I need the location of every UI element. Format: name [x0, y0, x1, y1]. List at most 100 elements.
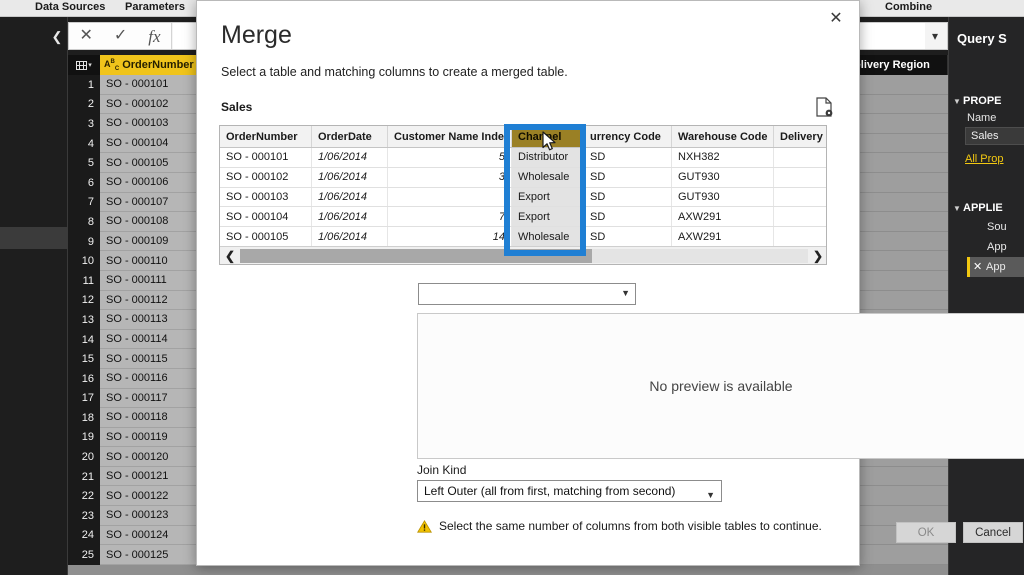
preview-cell-delivery: [774, 167, 826, 187]
applied-step-label: App: [987, 241, 1007, 253]
preview-cell-date: 1/06/2014: [312, 187, 388, 207]
preview-cell-warehouse: NXH382: [672, 148, 774, 167]
row-number: 19: [68, 427, 100, 448]
preview-cell-index: 5: [388, 148, 512, 167]
select-all-columns-button[interactable]: ▾: [68, 55, 100, 75]
row-number: 16: [68, 368, 100, 389]
applied-steps-list: Sou App ✕ App: [967, 217, 1024, 297]
applied-step-label: Sou: [987, 221, 1007, 233]
close-icon[interactable]: ✕: [823, 7, 849, 29]
preview-table-row[interactable]: SO - 000104 1/06/2014 7 Export SD AXW291: [220, 207, 826, 228]
preview-cell-index: 14: [388, 227, 512, 246]
ribbon-group-data-sources[interactable]: Data Sources: [35, 1, 105, 13]
applied-step-label: App: [986, 261, 1006, 273]
row-number: 21: [68, 466, 100, 487]
validation-warning: Select the same number of columns from b…: [416, 519, 822, 533]
warning-triangle-icon: [416, 519, 433, 533]
chevron-down-icon[interactable]: ▾: [925, 23, 945, 49]
row-number: 1: [68, 75, 100, 95]
collapse-arrow-icon[interactable]: ▼: [953, 204, 961, 213]
preview-column-header-customer-name-index[interactable]: Customer Name Index: [388, 126, 512, 147]
preview-column-header-warehouse-code[interactable]: Warehouse Code: [672, 126, 774, 147]
preview-column-header-orderdate[interactable]: OrderDate: [312, 126, 388, 147]
power-query-editor-window: Data Sources Parameters Combine ❮ ✕ ✓ fx…: [0, 0, 1024, 575]
table-settings-icon[interactable]: [815, 97, 833, 117]
row-number: 10: [68, 251, 100, 271]
fx-icon[interactable]: fx: [148, 28, 160, 45]
check-icon[interactable]: ✓: [114, 28, 127, 44]
second-table-preview-placeholder: No preview is available: [417, 313, 1024, 459]
dialog-title: Merge: [221, 21, 292, 49]
preview-cell-order: SO - 000105: [220, 227, 312, 246]
all-properties-link[interactable]: All Prop: [965, 153, 1004, 165]
scrollbar-thumb[interactable]: [240, 248, 593, 263]
dialog-subtitle: Select a table and matching columns to c…: [221, 65, 568, 79]
preview-cell-index: 7: [388, 207, 512, 227]
preview-cell-channel: Wholesale: [512, 167, 584, 187]
row-number: 17: [68, 388, 100, 409]
preview-table-row[interactable]: SO - 000102 1/06/2014 3 Wholesale SD GUT930: [220, 167, 826, 188]
preview-cell-date: 1/06/2014: [312, 167, 388, 187]
applied-steps-heading: APPLIE: [963, 202, 1003, 214]
grid-column-label: OrderNumber: [122, 59, 194, 71]
row-number: 5: [68, 153, 100, 173]
preview-cell-order: SO - 000101: [220, 148, 312, 167]
formula-bar-buttons: ✕ ✓ fx: [69, 23, 172, 49]
join-kind-value: Left Outer (all from first, matching fro…: [424, 484, 676, 498]
preview-cell-order: SO - 000103: [220, 187, 312, 207]
scroll-left-icon[interactable]: ❮: [220, 249, 240, 263]
first-table-horizontal-scrollbar[interactable]: ❮ ❯: [220, 246, 826, 264]
preview-cell-date: 1/06/2014: [312, 227, 388, 246]
preview-table-row[interactable]: SO - 000103 1/06/2014 Export SD GUT930: [220, 187, 826, 208]
preview-column-header-delivery-r[interactable]: Delivery R: [774, 126, 826, 147]
scroll-right-icon[interactable]: ❯: [808, 249, 826, 263]
ok-button[interactable]: OK: [896, 522, 956, 543]
preview-cell-warehouse: GUT930: [672, 187, 774, 207]
preview-cell-warehouse: GUT930: [672, 167, 774, 187]
merge-dialog: ✕ Merge Select a table and matching colu…: [196, 0, 1024, 566]
first-table-body: SO - 000101 1/06/2014 5 Distributor SD NXH382…: [220, 148, 826, 247]
scrollbar-track[interactable]: [240, 248, 808, 263]
no-preview-message: No preview is available: [649, 378, 793, 394]
preview-cell-warehouse: AXW291: [672, 207, 774, 227]
join-kind-label: Join Kind: [417, 463, 467, 477]
preview-cell-channel: Export: [512, 187, 584, 207]
second-table-select[interactable]: ▼: [418, 283, 636, 305]
warning-message: Select the same number of columns from b…: [439, 519, 822, 533]
first-table-preview: OrderNumber OrderDate Customer Name Index C…: [219, 125, 827, 265]
applied-step-item[interactable]: Sou: [967, 217, 1024, 237]
preview-cell-order: SO - 000104: [220, 207, 312, 227]
collapse-queries-pane-icon[interactable]: ❮: [50, 29, 64, 45]
collapse-arrow-icon[interactable]: ▼: [953, 97, 961, 106]
preview-cell-delivery: [774, 187, 826, 207]
row-number: 22: [68, 486, 100, 507]
grid-icon: [76, 60, 88, 70]
row-number: 25: [68, 545, 100, 565]
preview-column-header-ordernumber[interactable]: OrderNumber: [220, 126, 312, 147]
ribbon-group-combine[interactable]: Combine: [885, 1, 932, 13]
applied-step-item[interactable]: ✕ App: [967, 257, 1024, 277]
join-kind-select[interactable]: Left Outer (all from first, matching fro…: [417, 480, 722, 502]
row-number: 13: [68, 310, 100, 330]
properties-section-heading: PROPE: [963, 95, 1002, 107]
preview-column-header-urrency-code[interactable]: urrency Code: [584, 126, 672, 147]
preview-cell-currency: SD: [584, 227, 672, 246]
preview-cell-warehouse: AXW291: [672, 227, 774, 246]
queries-pane-selected-query[interactable]: [0, 227, 68, 249]
mouse-pointer-icon: [542, 131, 559, 158]
cancel-button[interactable]: Cancel: [963, 522, 1023, 543]
first-table-name: Sales: [221, 100, 253, 114]
preview-cell-currency: SD: [584, 148, 672, 167]
preview-cell-index: 3: [388, 167, 512, 187]
preview-cell-currency: SD: [584, 167, 672, 187]
applied-step-item[interactable]: App: [967, 237, 1024, 257]
preview-table-row[interactable]: SO - 000105 1/06/2014 14 Wholesale SD AXW291: [220, 227, 826, 247]
row-number: 6: [68, 172, 100, 193]
query-name-input[interactable]: Sales: [965, 127, 1024, 145]
ribbon-group-parameters[interactable]: Parameters: [125, 1, 185, 13]
preview-cell-date: 1/06/2014: [312, 148, 388, 167]
preview-table-row[interactable]: SO - 000101 1/06/2014 5 Distributor SD NXH382: [220, 148, 826, 168]
row-number: 4: [68, 133, 100, 154]
close-x-icon[interactable]: ✕: [79, 28, 92, 44]
close-x-icon[interactable]: ✕: [973, 257, 986, 277]
